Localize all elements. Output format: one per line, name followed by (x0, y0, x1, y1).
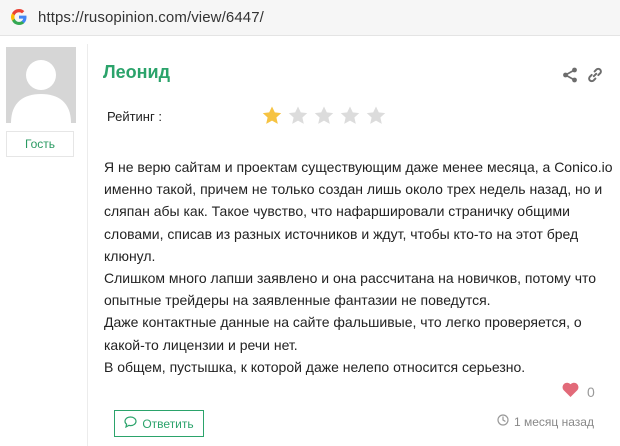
review-text: Я не верю сайтам и проектам существующим… (104, 156, 613, 378)
review-time: 1 месяц назад (497, 414, 594, 429)
review-line: В общем, пустышка, к которой даже нелепо… (104, 358, 526, 375)
review-author: Леонид (103, 62, 170, 82)
address-bar[interactable]: https://rusopinion.com/view/6447/ (0, 0, 620, 36)
review-line: Я не верю сайтам и проектам существующим… (104, 159, 613, 175)
rating-stars (261, 104, 391, 126)
review-line: какой-то лицензии и речи нет. (104, 336, 298, 353)
review-line: опытные трейдеры на заявленные фантазии … (104, 292, 491, 309)
time-text: 1 месяц назад (514, 414, 594, 429)
reply-label: Ответить (142, 416, 194, 431)
clock-icon (497, 414, 509, 429)
review-line: сляпан абы как. Такое чувство, что нафар… (104, 203, 570, 220)
comment-icon (124, 416, 137, 431)
like-count: 0 (587, 384, 595, 400)
reply-button[interactable]: Ответить (114, 410, 204, 437)
review-line: клюнул. (104, 247, 156, 264)
user-role-label: Гость (6, 131, 74, 157)
rating-label: Рейтинг : (107, 109, 162, 124)
column-divider (87, 44, 88, 446)
star-filled-icon (261, 104, 287, 126)
star-empty-icon (365, 104, 391, 126)
avatar (6, 47, 76, 123)
heart-icon (562, 382, 579, 402)
url-text[interactable]: https://rusopinion.com/view/6447/ (38, 9, 264, 26)
like-button[interactable]: 0 (562, 382, 595, 402)
link-icon[interactable] (587, 67, 603, 83)
review-line: Слишком много лапши заявлено и она рассч… (104, 270, 597, 287)
star-empty-icon (287, 104, 313, 126)
star-empty-icon (339, 104, 365, 126)
share-icon[interactable] (562, 67, 578, 83)
review-line: словами, списав из разных источников и ж… (104, 225, 579, 242)
google-g-icon (11, 9, 27, 25)
review-line: Даже контактные данные на сайте фальшивы… (104, 314, 582, 331)
star-empty-icon (313, 104, 339, 126)
review-line: именно такой, причем не только создан ли… (104, 181, 603, 198)
